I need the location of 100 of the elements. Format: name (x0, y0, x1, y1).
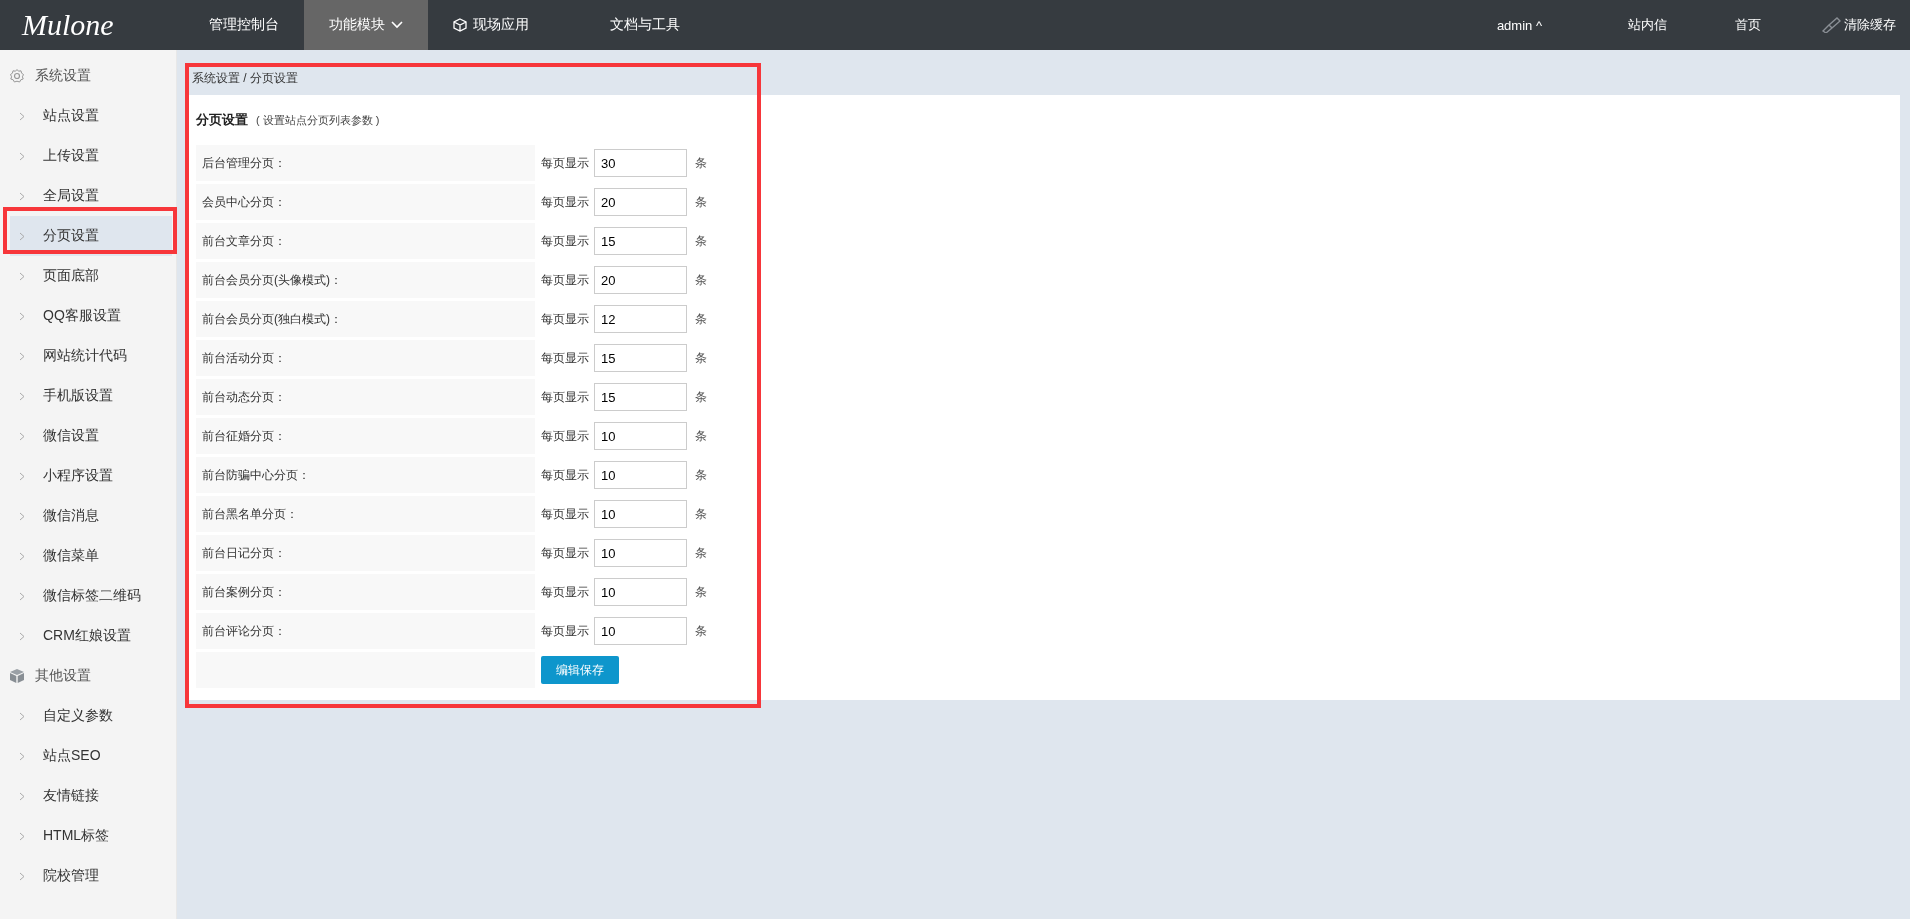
field-unit: 条 (695, 310, 707, 328)
sidebar-item[interactable]: 网站统计代码 (10, 336, 172, 376)
sidebar-item[interactable]: 友情链接 (10, 776, 172, 816)
sidebar-item[interactable]: 微信消息 (10, 496, 172, 536)
field-label: 前台文章分页： (196, 223, 535, 259)
field-prefix: 每页显示 (541, 622, 590, 640)
form-title: 分页设置 (196, 111, 248, 129)
sidebar-item[interactable]: 自定义参数 (10, 696, 172, 736)
nav-tab[interactable]: 文档与工具 (554, 0, 705, 50)
input-field[interactable]: 15 (594, 344, 687, 372)
input-field[interactable]: 15 (594, 227, 687, 255)
nav-tab[interactable]: 现场应用 (428, 0, 554, 50)
field-label: 前台会员分页(头像模式)： (196, 262, 535, 298)
chevron-right-icon (19, 591, 25, 601)
field-prefix: 每页显示 (541, 388, 590, 406)
nav-tab[interactable]: 管理控制台 (184, 0, 304, 50)
chevron-right-icon (19, 871, 25, 881)
clear-cache-button[interactable]: 清除缓存 (1795, 16, 1910, 34)
sidebar-item[interactable]: 微信设置 (10, 416, 172, 456)
chevron-right-icon (19, 831, 25, 841)
sidebar-item[interactable]: 页面底部 (10, 256, 172, 296)
logo[interactable]: Mulone (0, 0, 170, 50)
field-label: 前台日记分页： (196, 535, 535, 571)
input-field[interactable]: 10 (594, 578, 687, 606)
field-unit: 条 (695, 466, 707, 484)
field-label: 前台动态分页： (196, 379, 535, 415)
sidebar-item[interactable]: 小程序设置 (10, 456, 172, 496)
chevron-right-icon (19, 191, 25, 201)
chevron-right-icon (19, 391, 25, 401)
field-label: 前台黑名单分页： (196, 496, 535, 532)
field-prefix: 每页显示 (541, 427, 590, 445)
input-field[interactable]: 10 (594, 422, 687, 450)
cube-icon (453, 18, 467, 32)
field-prefix: 每页显示 (541, 232, 590, 250)
field-prefix: 每页显示 (541, 193, 590, 211)
cube-icon (9, 668, 25, 684)
field-prefix: 每页显示 (541, 154, 590, 172)
field-label: 前台防骗中心分页： (196, 457, 535, 493)
field-unit: 条 (695, 544, 707, 562)
chevron-right-icon (19, 631, 25, 641)
field-prefix: 每页显示 (541, 349, 590, 367)
sidebar-item[interactable]: QQ客服设置 (10, 296, 172, 336)
field-unit: 条 (695, 232, 707, 250)
field-prefix: 每页显示 (541, 583, 590, 601)
input-field[interactable]: 10 (594, 539, 687, 567)
sidebar-item[interactable]: 手机版设置 (10, 376, 172, 416)
sidebar-item[interactable]: HTML标签 (10, 816, 172, 856)
chevron-right-icon (19, 791, 25, 801)
sidebar-item[interactable]: 分页设置 (10, 216, 172, 256)
field-prefix: 每页显示 (541, 544, 590, 562)
chevron-right-icon (19, 751, 25, 761)
brush-icon (1821, 17, 1841, 33)
input-field[interactable]: 10 (594, 500, 687, 528)
input-field[interactable]: 10 (594, 461, 687, 489)
field-prefix: 每页显示 (541, 505, 590, 523)
sidebar-item[interactable]: CRM红娘设置 (10, 616, 172, 656)
field-unit: 条 (695, 271, 707, 289)
sidebar-item[interactable]: 微信菜单 (10, 536, 172, 576)
top-link[interactable]: 站内信 (1594, 16, 1701, 34)
field-unit: 条 (695, 427, 707, 445)
sidebar-group-header[interactable]: 系统设置 (0, 56, 176, 96)
sidebar-item[interactable]: 站点SEO (10, 736, 172, 776)
gear-icon (9, 68, 25, 84)
sidebar-item[interactable]: 上传设置 (10, 136, 172, 176)
chevron-right-icon (19, 351, 25, 361)
chevron-right-icon (19, 711, 25, 721)
field-unit: 条 (695, 622, 707, 640)
field-unit: 条 (695, 154, 707, 172)
field-unit: 条 (695, 505, 707, 523)
input-field[interactable]: 15 (594, 383, 687, 411)
input-field[interactable]: 20 (594, 266, 687, 294)
breadcrumb: 系统设置 / 分页设置 (191, 70, 299, 87)
chevron-right-icon (19, 471, 25, 481)
field-label: 会员中心分页： (196, 184, 535, 220)
top-link[interactable]: 首页 (1701, 16, 1795, 34)
sidebar-item[interactable]: 院校管理 (10, 856, 172, 896)
input-field[interactable]: 10 (594, 617, 687, 645)
user-menu[interactable]: admin ^ (1462, 17, 1594, 33)
input-field[interactable]: 30 (594, 149, 687, 177)
field-label: 前台活动分页： (196, 340, 535, 376)
chevron-right-icon (19, 431, 25, 441)
input-field[interactable]: 12 (594, 305, 687, 333)
field-unit: 条 (695, 388, 707, 406)
sidebar-group-header[interactable]: 其他设置 (0, 656, 176, 696)
chevron-right-icon (19, 271, 25, 281)
sidebar-item[interactable]: 全局设置 (10, 176, 172, 216)
field-label: 前台评论分页： (196, 613, 535, 649)
sidebar-item[interactable]: 微信标签二维码 (10, 576, 172, 616)
field-label: 前台会员分页(独白模式)： (196, 301, 535, 337)
chevron-down-icon (391, 21, 403, 29)
input-field[interactable]: 20 (594, 188, 687, 216)
field-label: 前台征婚分页： (196, 418, 535, 454)
sidebar-item[interactable]: 站点设置 (10, 96, 172, 136)
chevron-right-icon (19, 111, 25, 121)
chevron-right-icon (19, 511, 25, 521)
chevron-right-icon (19, 151, 25, 161)
field-prefix: 每页显示 (541, 310, 590, 328)
form-subtitle: ( 设置站点分页列表参数 ) (256, 113, 380, 128)
chevron-right-icon (19, 551, 25, 561)
nav-tab[interactable]: 功能模块 (304, 0, 428, 50)
